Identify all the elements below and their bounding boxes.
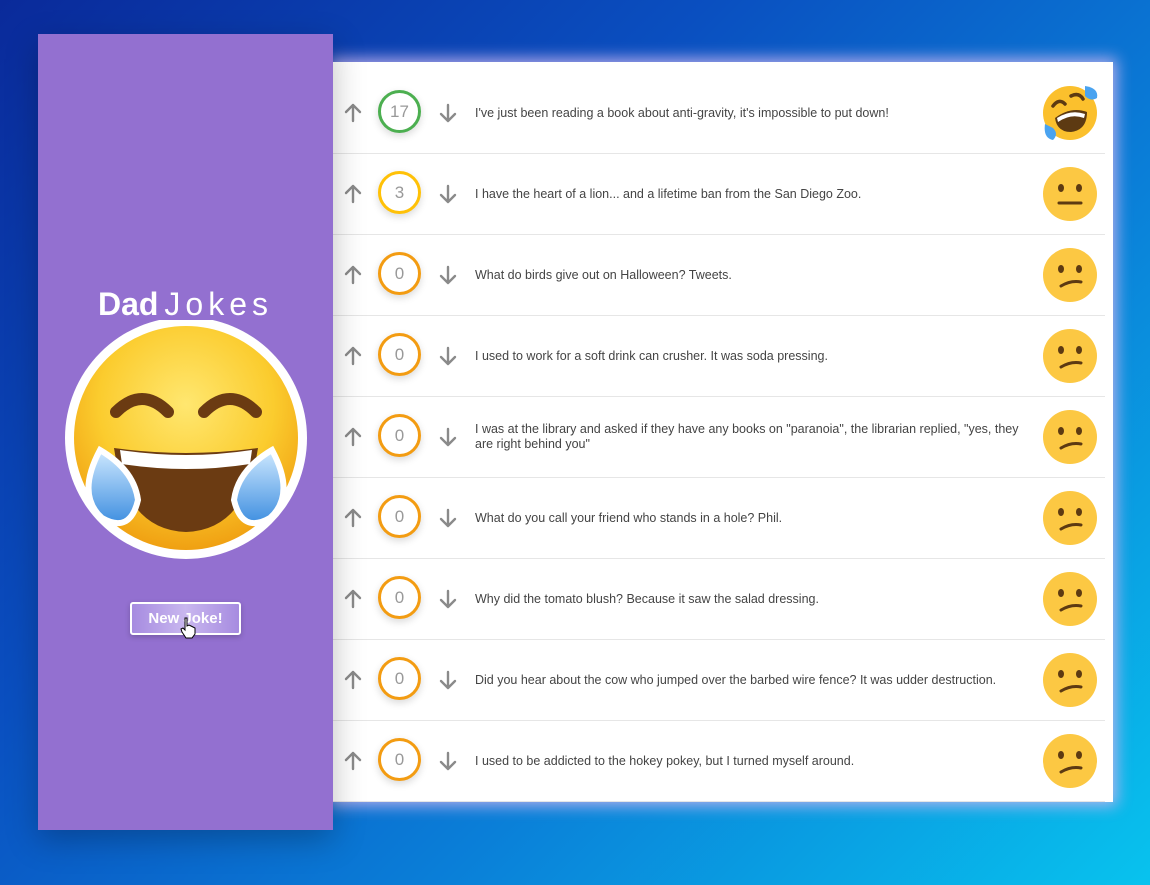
joke-score: 0 [378, 333, 421, 376]
arrow-up-icon[interactable] [344, 589, 362, 609]
arrow-up-icon[interactable] [344, 508, 362, 528]
arrow-up-icon[interactable] [344, 103, 362, 123]
joke-text: What do birds give out on Halloween? Twe… [475, 267, 732, 282]
joke-row: 0 I used to work for a soft drink can cru… [333, 316, 1105, 397]
joke-score: 3 [378, 171, 421, 214]
joke-score: 0 [378, 657, 421, 700]
sidebar: Dad Jokes New Joke! [38, 34, 333, 830]
arrow-down-icon[interactable] [439, 184, 457, 204]
arrow-up-icon[interactable] [344, 751, 362, 771]
joke-text: I used to work for a soft drink can crus… [475, 348, 828, 363]
joke-row: 0 Why did the tomato blush? Because it sa… [333, 559, 1105, 640]
joke-text: Did you hear about the cow who jumped ov… [475, 672, 997, 687]
joke-score: 17 [378, 90, 421, 133]
joke-row: 17 I've just been reading a book about an… [333, 73, 1105, 154]
confused-face-icon [1043, 653, 1097, 707]
arrow-down-icon[interactable] [439, 670, 457, 690]
arrow-down-icon[interactable] [439, 103, 457, 123]
arrow-down-icon[interactable] [439, 346, 457, 366]
joke-row: 0 Did you hear about the cow who jumped o… [333, 640, 1105, 721]
joke-score: 0 [378, 495, 421, 538]
joke-text: Why did the tomato blush? Because it saw… [475, 591, 819, 606]
laughing-crying-emoji-icon [65, 320, 307, 559]
confused-face-icon [1043, 329, 1097, 383]
joke-score: 0 [378, 252, 421, 295]
joke-score: 0 [378, 738, 421, 781]
arrow-up-icon[interactable] [344, 670, 362, 690]
joke-score: 0 [378, 576, 421, 619]
joke-row: 3 I have the heart of a lion... and a lif… [333, 154, 1105, 235]
rolling-laughing-face-icon [1043, 86, 1098, 140]
neutral-face-icon [1043, 167, 1097, 221]
arrow-down-icon[interactable] [439, 589, 457, 609]
arrow-up-icon[interactable] [344, 265, 362, 285]
joke-row: 0 I used to be addicted to the hokey poke… [333, 721, 1105, 802]
arrow-down-icon[interactable] [439, 751, 457, 771]
arrow-up-icon[interactable] [344, 427, 362, 447]
app-title-light: Jokes [164, 286, 274, 322]
arrow-up-icon[interactable] [344, 346, 362, 366]
app-title-bold: Dad [97, 286, 159, 322]
arrow-up-icon[interactable] [344, 184, 362, 204]
confused-face-icon [1043, 410, 1097, 464]
joke-score: 0 [378, 414, 421, 457]
confused-face-icon [1043, 248, 1097, 302]
joke-text: I've just been reading a book about anti… [475, 105, 889, 120]
joke-text: I used to be addicted to the hokey pokey… [475, 753, 855, 768]
confused-face-icon [1043, 734, 1097, 788]
joke-row: 0 What do birds give out on Halloween? Tw… [333, 235, 1105, 316]
joke-text: What do you call your friend who stands … [475, 510, 783, 525]
arrow-down-icon[interactable] [439, 508, 457, 528]
joke-row: 0 I was at the library and asked if they … [333, 397, 1105, 478]
confused-face-icon [1043, 491, 1097, 545]
confused-face-icon [1043, 572, 1097, 626]
app-title: Dad Jokes [38, 284, 333, 324]
arrow-down-icon[interactable] [439, 265, 457, 285]
joke-row: 0 What do you call your friend who stands… [333, 478, 1105, 559]
joke-text: I have the heart of a lion... and a life… [475, 186, 862, 201]
joke-text: I was at the library and asked if they h… [475, 422, 1019, 451]
hand-cursor-icon [180, 617, 196, 639]
joke-list: 17 I've just been reading a book about an… [333, 62, 1113, 802]
arrow-down-icon[interactable] [439, 427, 457, 447]
